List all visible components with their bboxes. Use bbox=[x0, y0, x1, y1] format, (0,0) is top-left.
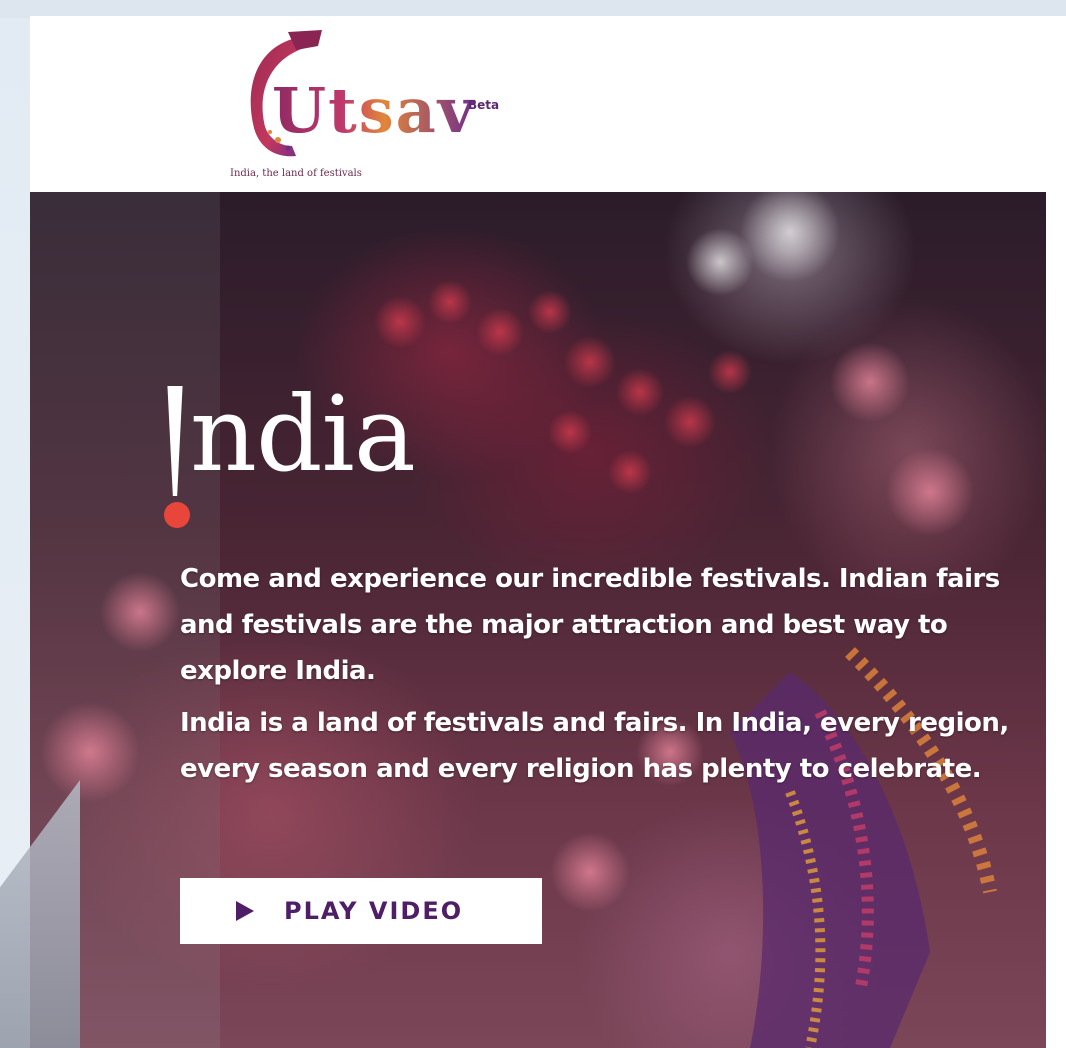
wordmark-text: ndia bbox=[190, 373, 416, 495]
play-icon bbox=[236, 901, 254, 921]
play-video-button[interactable]: PLAY VIDEO bbox=[180, 878, 542, 944]
wordmark-exclamation bbox=[167, 386, 183, 496]
play-video-label: PLAY VIDEO bbox=[284, 897, 464, 925]
hero-description: Come and experience our incredible festi… bbox=[180, 556, 1030, 798]
hero-paragraph-2: India is a land of festivals and fairs. … bbox=[180, 708, 1009, 784]
beta-badge: Beta bbox=[468, 98, 500, 112]
site-header: Utsav Beta India, the land of festivals bbox=[30, 16, 1066, 192]
logo-wordmark: Utsav bbox=[272, 74, 476, 147]
logo-tagline: India, the land of festivals bbox=[230, 168, 362, 179]
wordmark-red-dot bbox=[164, 502, 190, 528]
page-background: Utsav Beta India, the land of festivals bbox=[0, 0, 1066, 1048]
utsav-logo[interactable]: Utsav Beta India, the land of festivals bbox=[226, 28, 516, 188]
india-wordmark: ndia bbox=[164, 382, 524, 532]
content-card: Utsav Beta India, the land of festivals bbox=[30, 16, 1066, 1048]
hero-banner: ndia Come and experience our incredible … bbox=[30, 192, 1046, 1048]
hero-paragraph-1: Come and experience our incredible festi… bbox=[180, 564, 1000, 686]
